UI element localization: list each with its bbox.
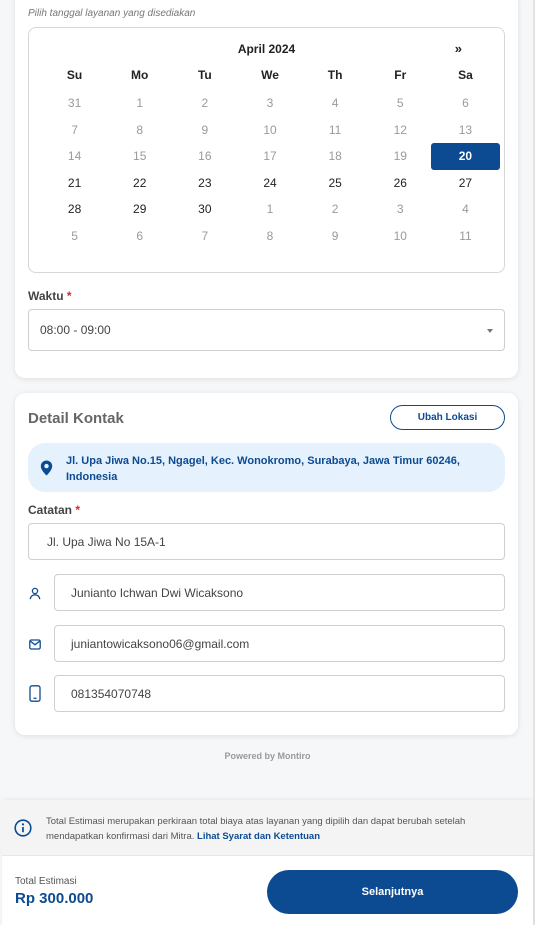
calendar-day[interactable]: 2	[303, 196, 368, 223]
name-input[interactable]: Junianto Ichwan Dwi Wicaksono	[54, 574, 505, 611]
info-icon	[14, 819, 32, 842]
calendar-day[interactable]: 6	[107, 223, 172, 250]
required-mark: *	[66, 289, 72, 303]
notes-label-text: Catatan	[28, 503, 73, 517]
calendar-day[interactable]: 25	[303, 170, 368, 197]
location-pin-icon	[40, 460, 53, 481]
required-mark: *	[75, 503, 81, 517]
calendar-day[interactable]: 21	[42, 170, 107, 197]
estimate-info-bar: Total Estimasi merupakan perkiraan total…	[2, 800, 533, 856]
time-label: Waktu *	[28, 289, 72, 303]
email-input[interactable]: juniantowicaksono06@gmail.com	[54, 625, 505, 662]
total-estimate-value: Rp 300.000	[15, 890, 94, 907]
chevron-down-icon	[487, 329, 493, 333]
calendar-day[interactable]: 19	[368, 143, 433, 170]
calendar-day[interactable]: 1	[107, 90, 172, 117]
phone-input-value: 081354070748	[71, 686, 152, 701]
terms-link[interactable]: Lihat Syarat dan Ketentuan	[197, 831, 320, 842]
calendar-weekday: Tu	[197, 68, 212, 82]
mail-icon	[28, 636, 42, 652]
time-label-text: Waktu	[28, 289, 64, 303]
notes-input-value: Jl. Upa Jiwa No 15A-1	[47, 534, 166, 549]
user-icon	[28, 585, 42, 601]
total-estimate-label: Total Estimasi	[15, 876, 77, 887]
notes-input[interactable]: Jl. Upa Jiwa No 15A-1	[28, 523, 505, 560]
calendar-day[interactable]: 31	[42, 90, 107, 117]
calendar-day[interactable]: 17	[237, 143, 302, 170]
calendar-day[interactable]: 7	[42, 117, 107, 144]
checkout-footer: Total Estimasi merupakan perkiraan total…	[2, 800, 533, 925]
phone-icon	[28, 684, 42, 702]
calendar-day[interactable]: 15	[107, 143, 172, 170]
calendar-day[interactable]: 2	[172, 90, 237, 117]
calendar-day[interactable]: 30	[172, 196, 237, 223]
calendar-day[interactable]: 23	[172, 170, 237, 197]
calendar-day[interactable]: 13	[433, 117, 498, 144]
calendar-weekday: Th	[327, 68, 343, 82]
time-select-value: 08:00 - 09:00	[40, 323, 111, 337]
address-text: Jl. Upa Jiwa No.15, Ngagel, Kec. Wonokro…	[66, 455, 460, 483]
calendar-day[interactable]: 28	[42, 196, 107, 223]
calendar-grid: Su Mo Tu We Th Fr Sa 31 1 2 3 4 5 6 7 8 9 10 11 12 13 14 15 16 1…	[42, 60, 500, 250]
contact-section-title: Detail Kontak	[28, 410, 124, 427]
calendar-day[interactable]: 18	[303, 143, 368, 170]
contact-card: Detail Kontak Ubah Lokasi Jl. Upa Jiwa N…	[15, 393, 518, 735]
calendar-day[interactable]: 4	[303, 90, 368, 117]
address-box: Jl. Upa Jiwa No.15, Ngagel, Kec. Wonokro…	[28, 443, 505, 492]
calendar-weekday: Su	[66, 68, 83, 82]
calendar-day[interactable]: 14	[42, 143, 107, 170]
calendar-next-month-button[interactable]: »	[455, 41, 462, 56]
calendar-day[interactable]: 11	[303, 117, 368, 144]
calendar-day[interactable]: 27	[433, 170, 498, 197]
calendar-weekday: Mo	[131, 68, 149, 82]
notes-label: Catatan *	[28, 503, 80, 517]
calendar-day[interactable]: 10	[237, 117, 302, 144]
date-hint: Pilih tanggal layanan yang disediakan	[28, 8, 196, 19]
calendar-day[interactable]: 3	[368, 196, 433, 223]
next-button[interactable]: Selanjutnya	[267, 870, 518, 914]
calendar-day[interactable]: 24	[237, 170, 302, 197]
powered-by-label: Powered by Montiro	[224, 751, 311, 761]
calendar-day[interactable]: 7	[172, 223, 237, 250]
calendar-day[interactable]: 6	[433, 90, 498, 117]
calendar-day[interactable]: 9	[303, 223, 368, 250]
change-location-button[interactable]: Ubah Lokasi	[390, 405, 505, 430]
calendar-day[interactable]: 9	[172, 117, 237, 144]
calendar-day[interactable]: 5	[42, 223, 107, 250]
time-select[interactable]: 08:00 - 09:00	[28, 309, 505, 351]
schedule-card: Pilih tanggal layanan yang disediakan Ap…	[15, 0, 518, 378]
calendar-day[interactable]: 16	[172, 143, 237, 170]
calendar-day[interactable]: 22	[107, 170, 172, 197]
estimate-info-text: Total Estimasi merupakan perkiraan total…	[46, 814, 501, 844]
calendar-day[interactable]: 1	[237, 196, 302, 223]
calendar-weekday: We	[261, 68, 279, 82]
calendar-day[interactable]: 8	[237, 223, 302, 250]
date-calendar: April 2024 » Su Mo Tu We Th Fr Sa 31 1 2 3 4 5 6 7 8 9 10…	[28, 27, 505, 273]
calendar-day[interactable]: 11	[433, 223, 498, 250]
calendar-day-selected[interactable]: 20	[430, 143, 500, 170]
phone-input[interactable]: 081354070748	[54, 675, 505, 712]
calendar-month-label: April 2024	[237, 42, 296, 56]
calendar-day[interactable]: 5	[368, 90, 433, 117]
calendar-day[interactable]: 26	[368, 170, 433, 197]
calendar-day[interactable]: 12	[368, 117, 433, 144]
calendar-weekday: Fr	[394, 68, 407, 82]
name-input-value: Junianto Ichwan Dwi Wicaksono	[71, 585, 244, 600]
calendar-weekday: Sa	[458, 68, 473, 82]
calendar-day[interactable]: 8	[107, 117, 172, 144]
calendar-day[interactable]: 4	[433, 196, 498, 223]
calendar-day[interactable]: 29	[107, 196, 172, 223]
email-input-value: juniantowicaksono06@gmail.com	[71, 636, 250, 651]
calendar-day[interactable]: 3	[237, 90, 302, 117]
calendar-day[interactable]: 10	[368, 223, 433, 250]
